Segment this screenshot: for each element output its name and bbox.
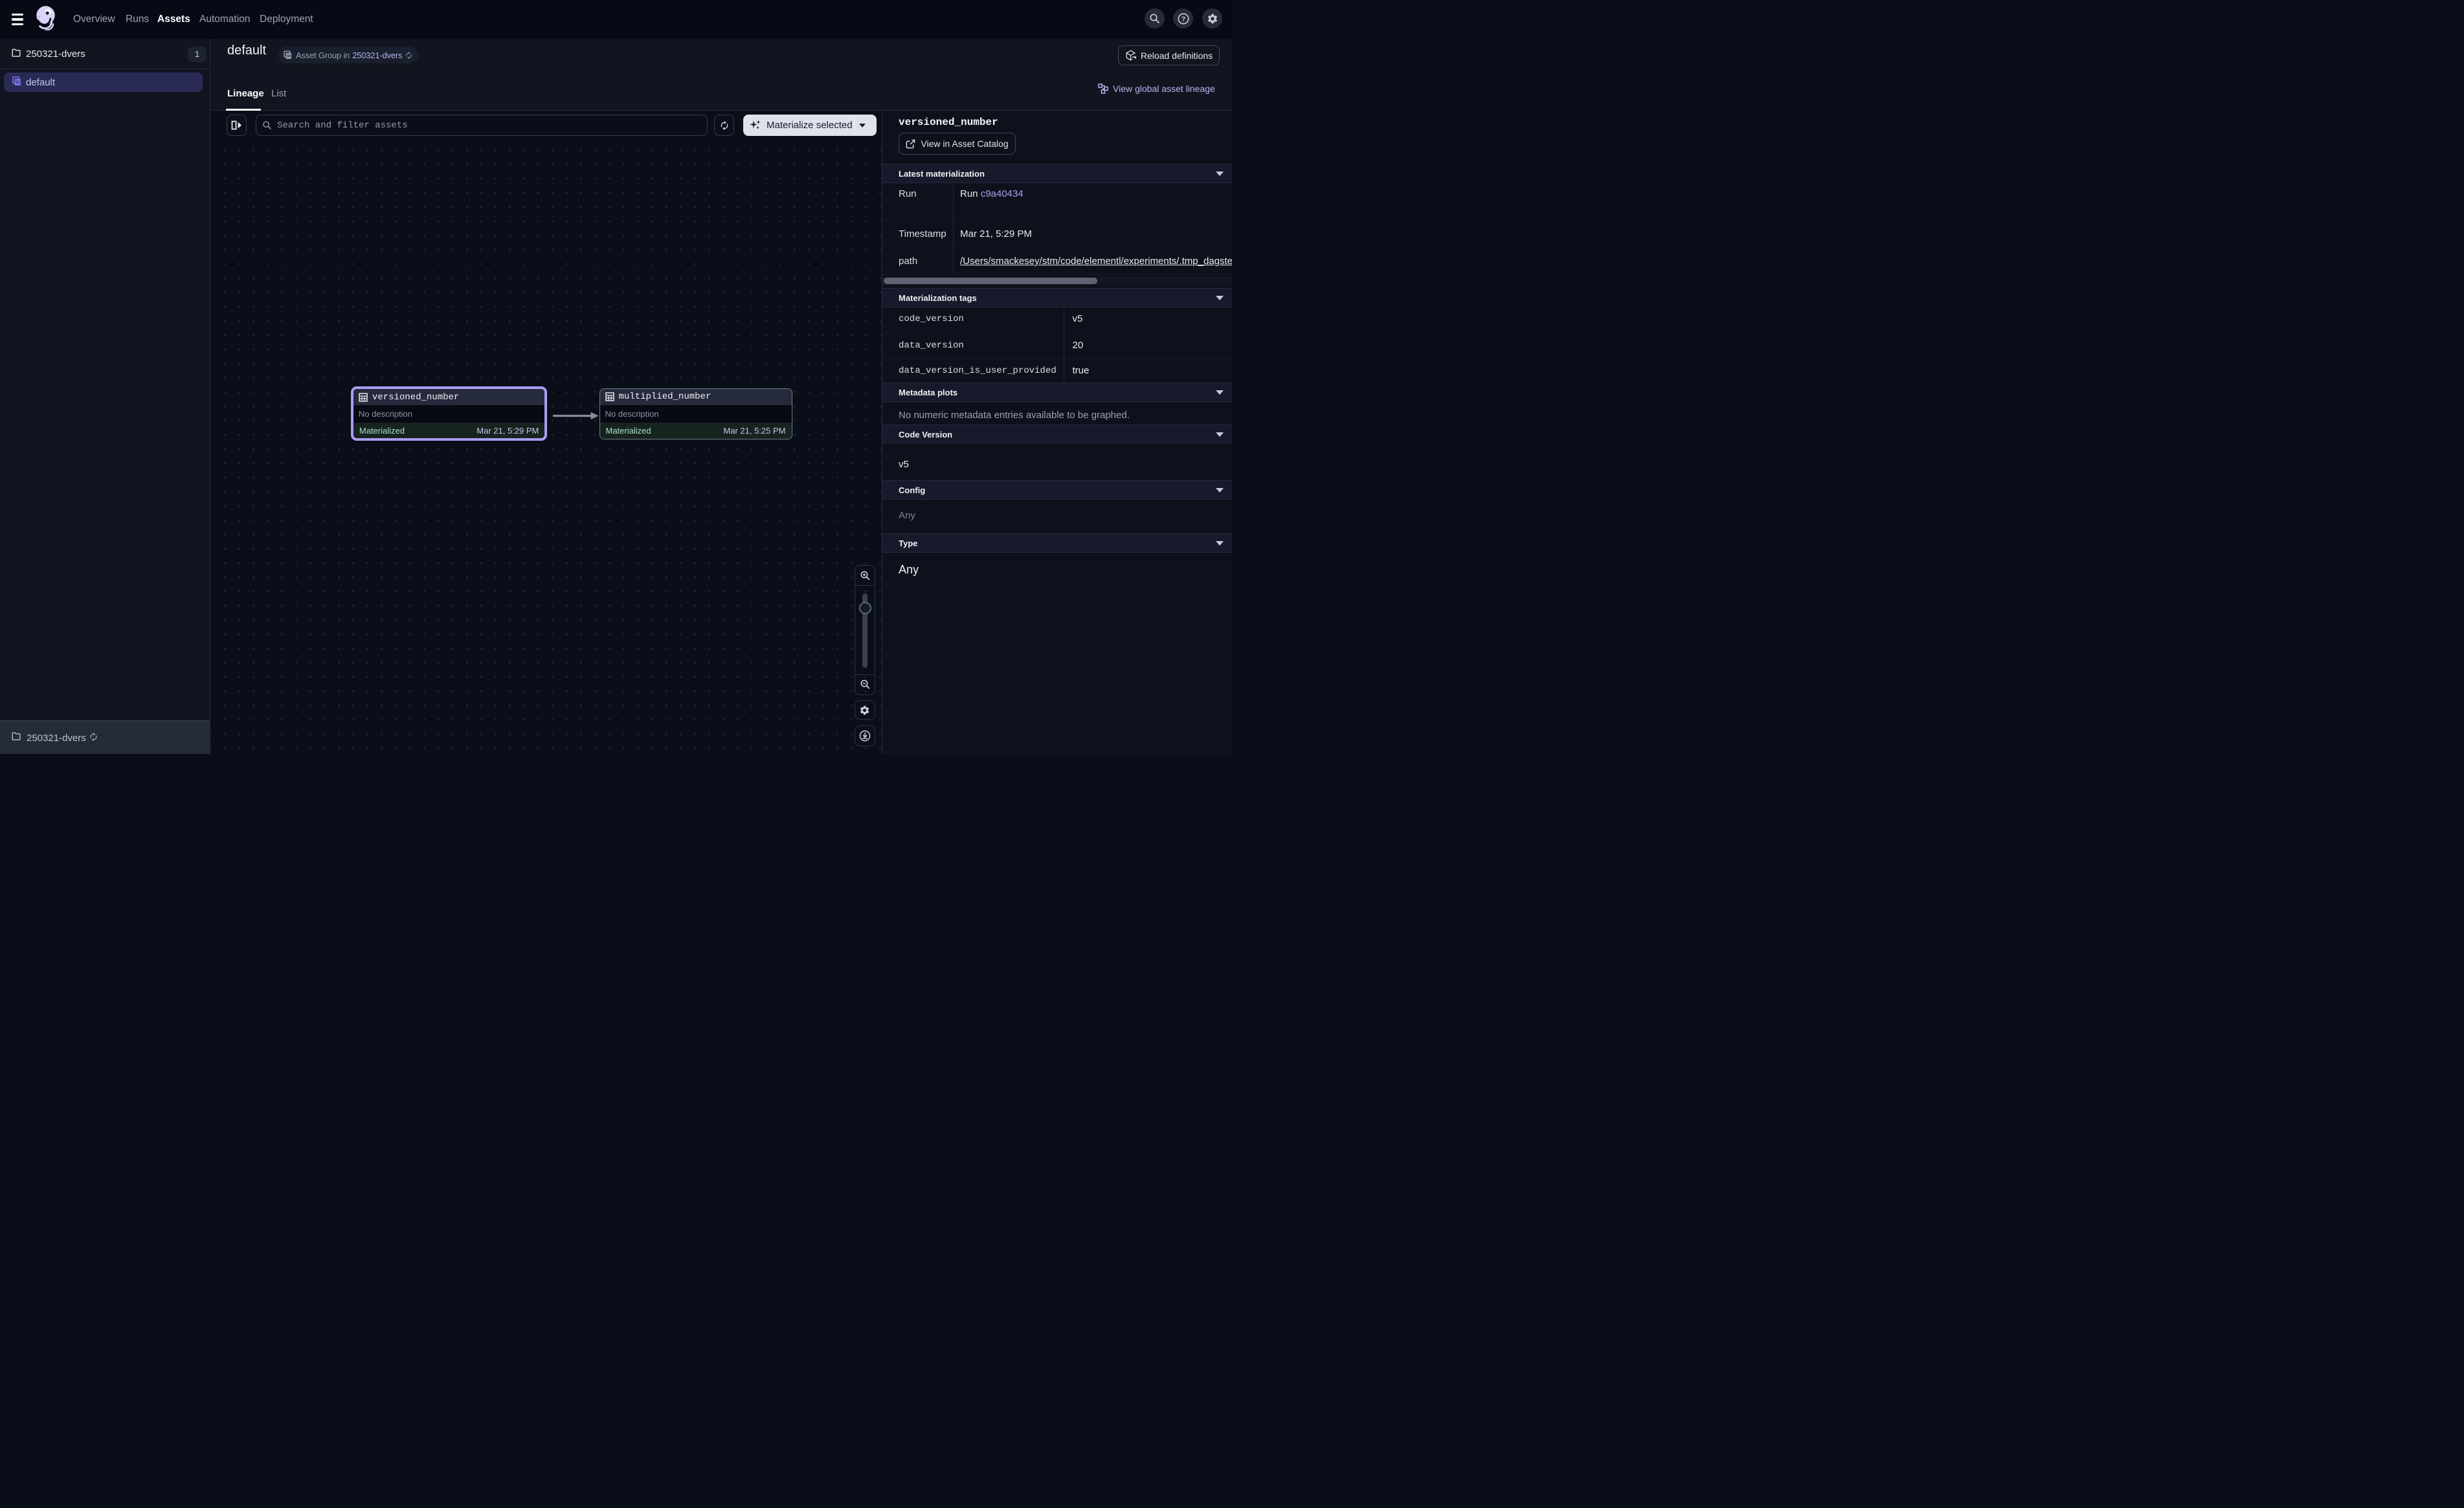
svg-text:?: ? (1181, 15, 1185, 23)
